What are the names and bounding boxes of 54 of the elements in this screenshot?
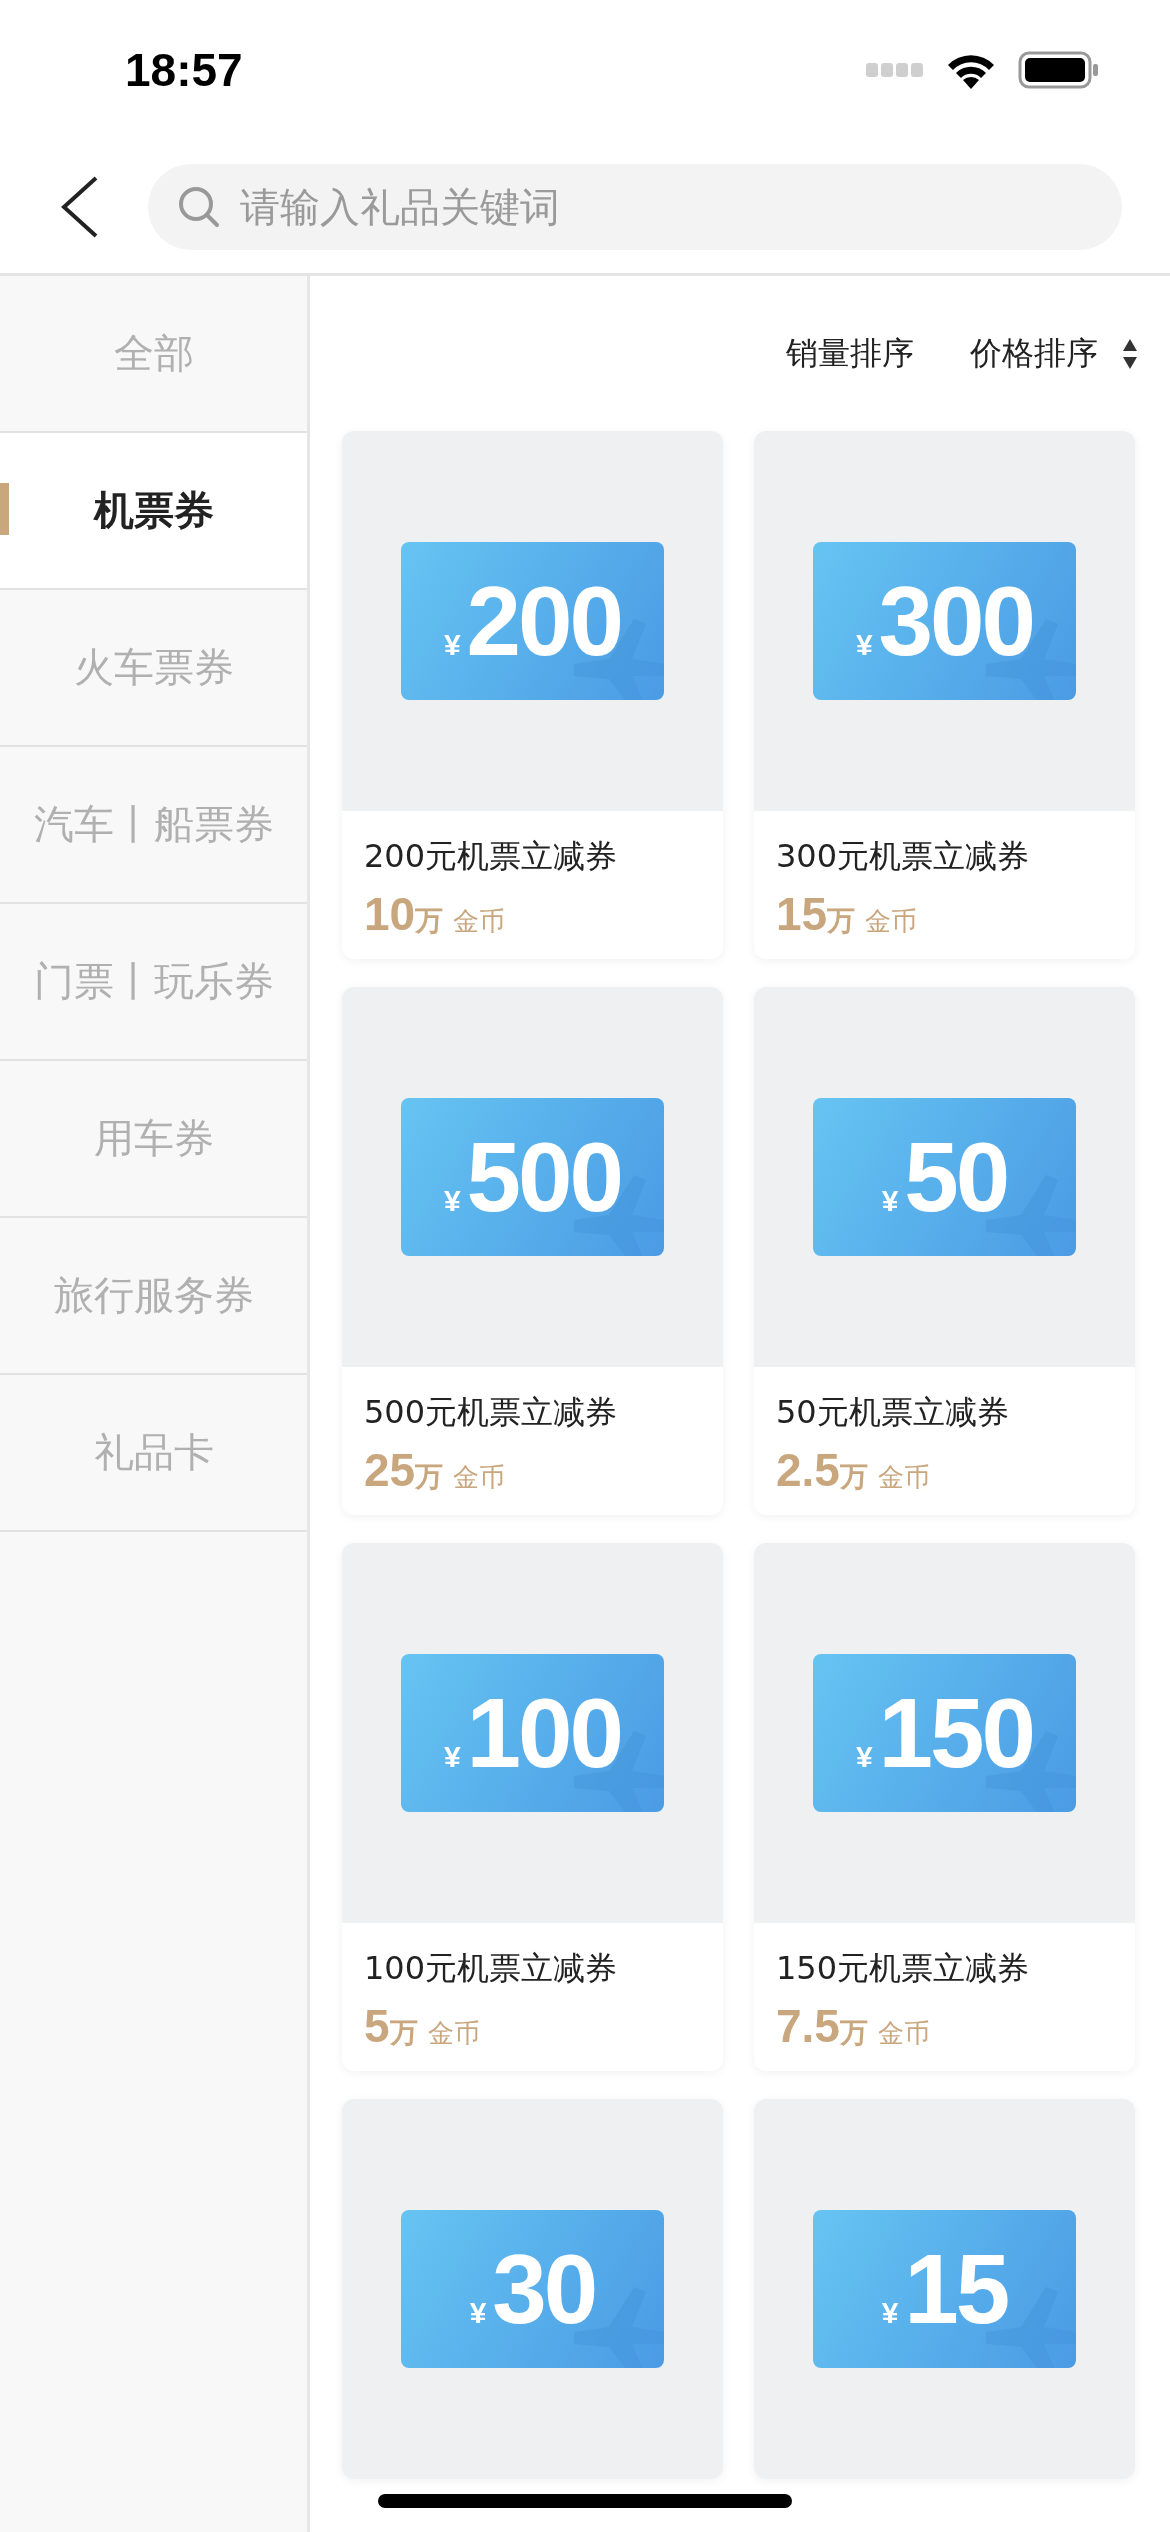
price-unit: 万 <box>839 2016 868 2051</box>
price-unit: 万 <box>827 904 856 939</box>
product-name: 50元机票立减券 <box>776 1392 1010 1433</box>
product-name: 500元机票立减券 <box>364 1392 619 1433</box>
coupon-amount: 200 <box>466 564 622 678</box>
sort-button[interactable]: 价格排序 <box>970 331 1138 376</box>
coin-label: 金币 <box>453 1461 506 1494</box>
back-icon[interactable] <box>60 175 100 238</box>
status-time: 18:57 <box>125 43 243 97</box>
coin-label: 金币 <box>865 905 918 938</box>
price-unit: 万 <box>839 1460 868 1495</box>
product-card[interactable]: ¥100 100元机票立减券 5万 金币 <box>342 1543 723 2071</box>
battery-icon <box>1018 51 1100 89</box>
price-value: 7.5 <box>776 1999 840 2053</box>
product-card[interactable]: ¥50 50元机票立减券 2.5万 金币 <box>754 987 1135 1515</box>
price-value: 25 <box>364 1443 416 1497</box>
currency-symbol: ¥ <box>443 1183 461 1218</box>
coin-label: 金币 <box>453 905 506 938</box>
coupon-amount: 30 <box>492 2232 596 2346</box>
category-tab[interactable]: 机票券 <box>0 433 307 590</box>
sort-button[interactable]: 销量排序 <box>786 331 914 376</box>
product-name: 100元机票立减券 <box>364 1948 619 1989</box>
coupon-amount: 150 <box>878 1676 1034 1790</box>
price-unit: 万 <box>415 904 444 939</box>
coupon-amount: 100 <box>466 1676 622 1790</box>
coin-label: 金币 <box>877 2017 930 2050</box>
coupon-amount: 50 <box>904 1120 1008 1234</box>
signal-icon <box>866 63 924 77</box>
currency-symbol: ¥ <box>881 2295 899 2330</box>
currency-symbol: ¥ <box>443 627 461 662</box>
price-value: 10 <box>364 887 416 941</box>
currency-symbol: ¥ <box>881 1183 899 1218</box>
coin-label: 金币 <box>877 1461 930 1494</box>
price-unit: 万 <box>415 1460 444 1495</box>
price-value: 5 <box>364 1999 390 2053</box>
price-value: 15 <box>776 887 828 941</box>
price-unit: 万 <box>389 2016 418 2051</box>
currency-symbol: ¥ <box>443 1739 461 1774</box>
product-card[interactable]: ¥150 150元机票立减券 7.5万 金币 <box>754 1543 1135 2071</box>
coin-label: 金币 <box>427 2017 480 2050</box>
product-card[interactable]: ¥300 300元机票立减券 15万 金币 <box>754 431 1135 959</box>
product-card[interactable]: ¥200 200元机票立减券 10万 金币 <box>342 431 723 959</box>
product-name: 300元机票立减券 <box>776 836 1031 877</box>
coupon-amount: 15 <box>904 2232 1008 2346</box>
currency-symbol: ¥ <box>469 2295 487 2330</box>
coupon-amount: 300 <box>878 564 1034 678</box>
product-card[interactable]: ¥500 500元机票立减券 25万 金币 <box>342 987 723 1515</box>
search-field[interactable]: 请输入礼品关键词 <box>148 163 1122 250</box>
currency-symbol: ¥ <box>855 1739 873 1774</box>
coupon-amount: 500 <box>466 1120 622 1234</box>
product-name: 200元机票立减券 <box>364 836 619 877</box>
price-value: 2.5 <box>776 1443 840 1497</box>
currency-symbol: ¥ <box>855 627 873 662</box>
product-name: 150元机票立减券 <box>776 1948 1031 1989</box>
